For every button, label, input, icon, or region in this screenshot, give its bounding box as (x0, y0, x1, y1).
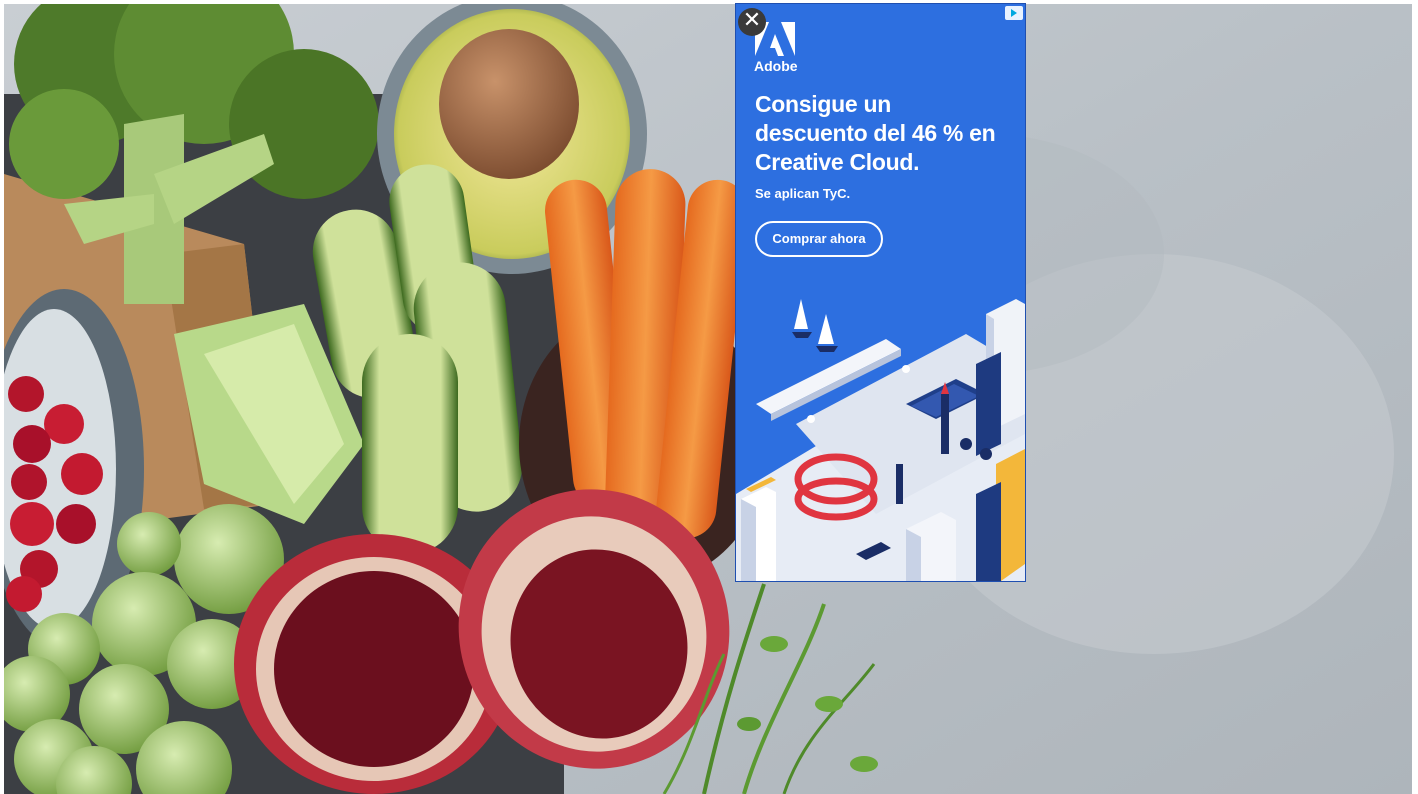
ad-headline: Consigue un descuento del 46 % en Creati… (755, 91, 996, 175)
vegetables-photo (4, 4, 1412, 794)
ad-terms: Se aplican TyC. (755, 186, 851, 201)
close-icon[interactable]: ✕ (738, 8, 766, 36)
buy-now-button[interactable]: Comprar ahora (755, 221, 883, 257)
city-illustration (736, 299, 1025, 581)
ad-brand: Adobe (754, 58, 798, 74)
adchoices-icon[interactable] (1005, 6, 1023, 20)
adobe-ad-banner[interactable]: Adobe Consigue un descuento del 46 % en … (735, 3, 1026, 582)
hero-image (4, 4, 1412, 794)
